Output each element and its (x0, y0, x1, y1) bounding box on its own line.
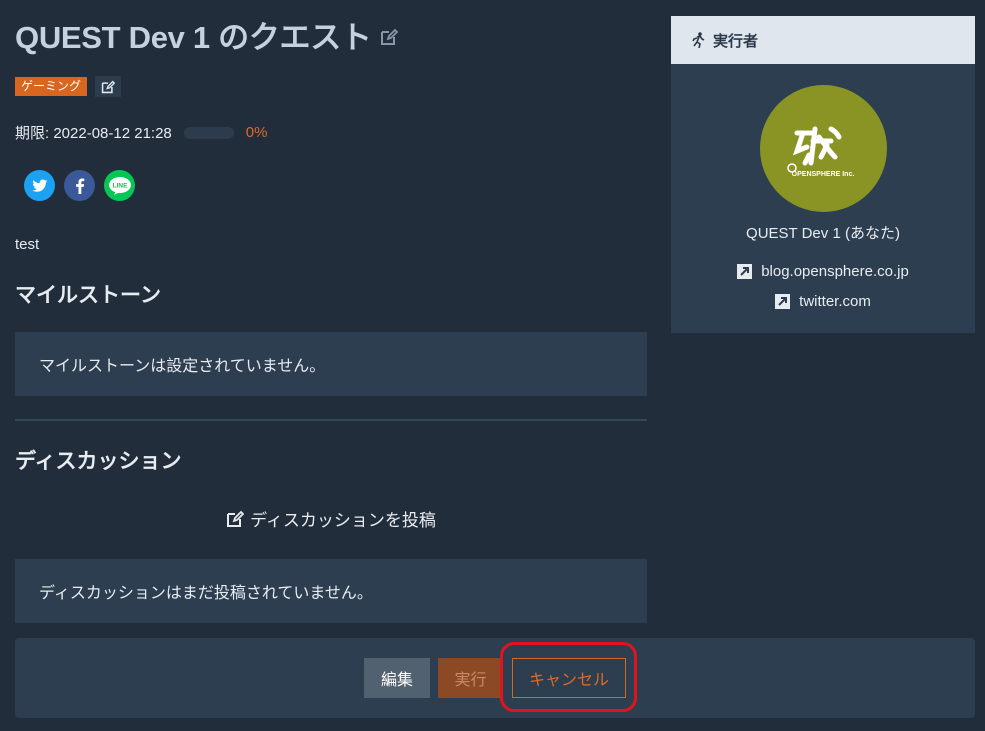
action-footer: 編集 実行 キャンセル (15, 638, 975, 718)
tag-row: ゲーミング (15, 76, 647, 97)
user-links: blog.opensphere.co.jp twitter.com (671, 263, 975, 310)
external-link-icon (775, 294, 791, 309)
execute-button[interactable]: 実行 (438, 658, 503, 698)
discussion-empty-panel: ディスカッションはまだ投稿されていません。 (15, 559, 647, 623)
runner-icon (692, 32, 705, 48)
avatar: OPENSPHERE Inc. (759, 85, 887, 212)
avatar-logo-text: OPENSPHERE Inc. (791, 171, 855, 178)
executor-sidebar: 実行者 OPENSPHERE Inc. QUEST Dev 1 (あなた) bl… (671, 16, 975, 333)
discussion-empty-text: ディスカッションはまだ投稿されていません。 (39, 585, 373, 602)
discussion-heading: ディスカッション (15, 450, 182, 473)
milestone-empty-text: マイルストーンは設定されていません。 (39, 358, 326, 375)
user-name: QUEST Dev 1 (あなた) (746, 225, 900, 242)
twitter-link-label: twitter.com (799, 293, 871, 310)
blog-link[interactable]: blog.opensphere.co.jp (737, 263, 909, 280)
milestone-heading: マイルストーン (15, 284, 161, 307)
line-icon-text: LINE (112, 182, 127, 189)
divider (15, 419, 647, 421)
twitter-icon[interactable] (24, 170, 55, 201)
external-link-icon (737, 264, 753, 279)
page-title: QUEST Dev 1 のクエスト (15, 19, 372, 55)
edit-title-icon[interactable] (380, 28, 398, 46)
category-tag[interactable]: ゲーミング (15, 77, 88, 96)
line-icon[interactable]: LINE (104, 170, 135, 201)
post-discussion-label: ディスカッションを投稿 (250, 511, 436, 530)
due-date: 期限: 2022-08-12 21:28 (15, 125, 172, 142)
twitter-link[interactable]: twitter.com (775, 293, 871, 310)
title-row: QUEST Dev 1 のクエスト (15, 14, 647, 55)
quest-description: test (15, 236, 40, 253)
blog-link-label: blog.opensphere.co.jp (761, 263, 909, 280)
cancel-button[interactable]: キャンセル (512, 658, 626, 698)
quest-main: QUEST Dev 1 のクエスト ゲーミング 期限: 2022-08-12 2… (15, 0, 647, 623)
progress-percent: 0% (245, 124, 268, 141)
due-row: 期限: 2022-08-12 21:28 0% (15, 122, 647, 143)
edit-button[interactable]: 編集 (364, 658, 430, 698)
opensphere-logo-icon (787, 126, 842, 173)
milestone-empty-panel: マイルストーンは設定されていません。 (15, 332, 647, 396)
share-buttons: LINE (24, 170, 647, 201)
progress-bar (183, 126, 234, 139)
edit-icon (227, 510, 245, 527)
sidebar-header: 実行者 (671, 16, 975, 64)
facebook-icon[interactable] (64, 170, 95, 201)
post-discussion-link[interactable]: ディスカッションを投稿 (15, 506, 647, 531)
sidebar-title: 実行者 (713, 32, 759, 50)
edit-tag-icon[interactable] (95, 76, 122, 97)
